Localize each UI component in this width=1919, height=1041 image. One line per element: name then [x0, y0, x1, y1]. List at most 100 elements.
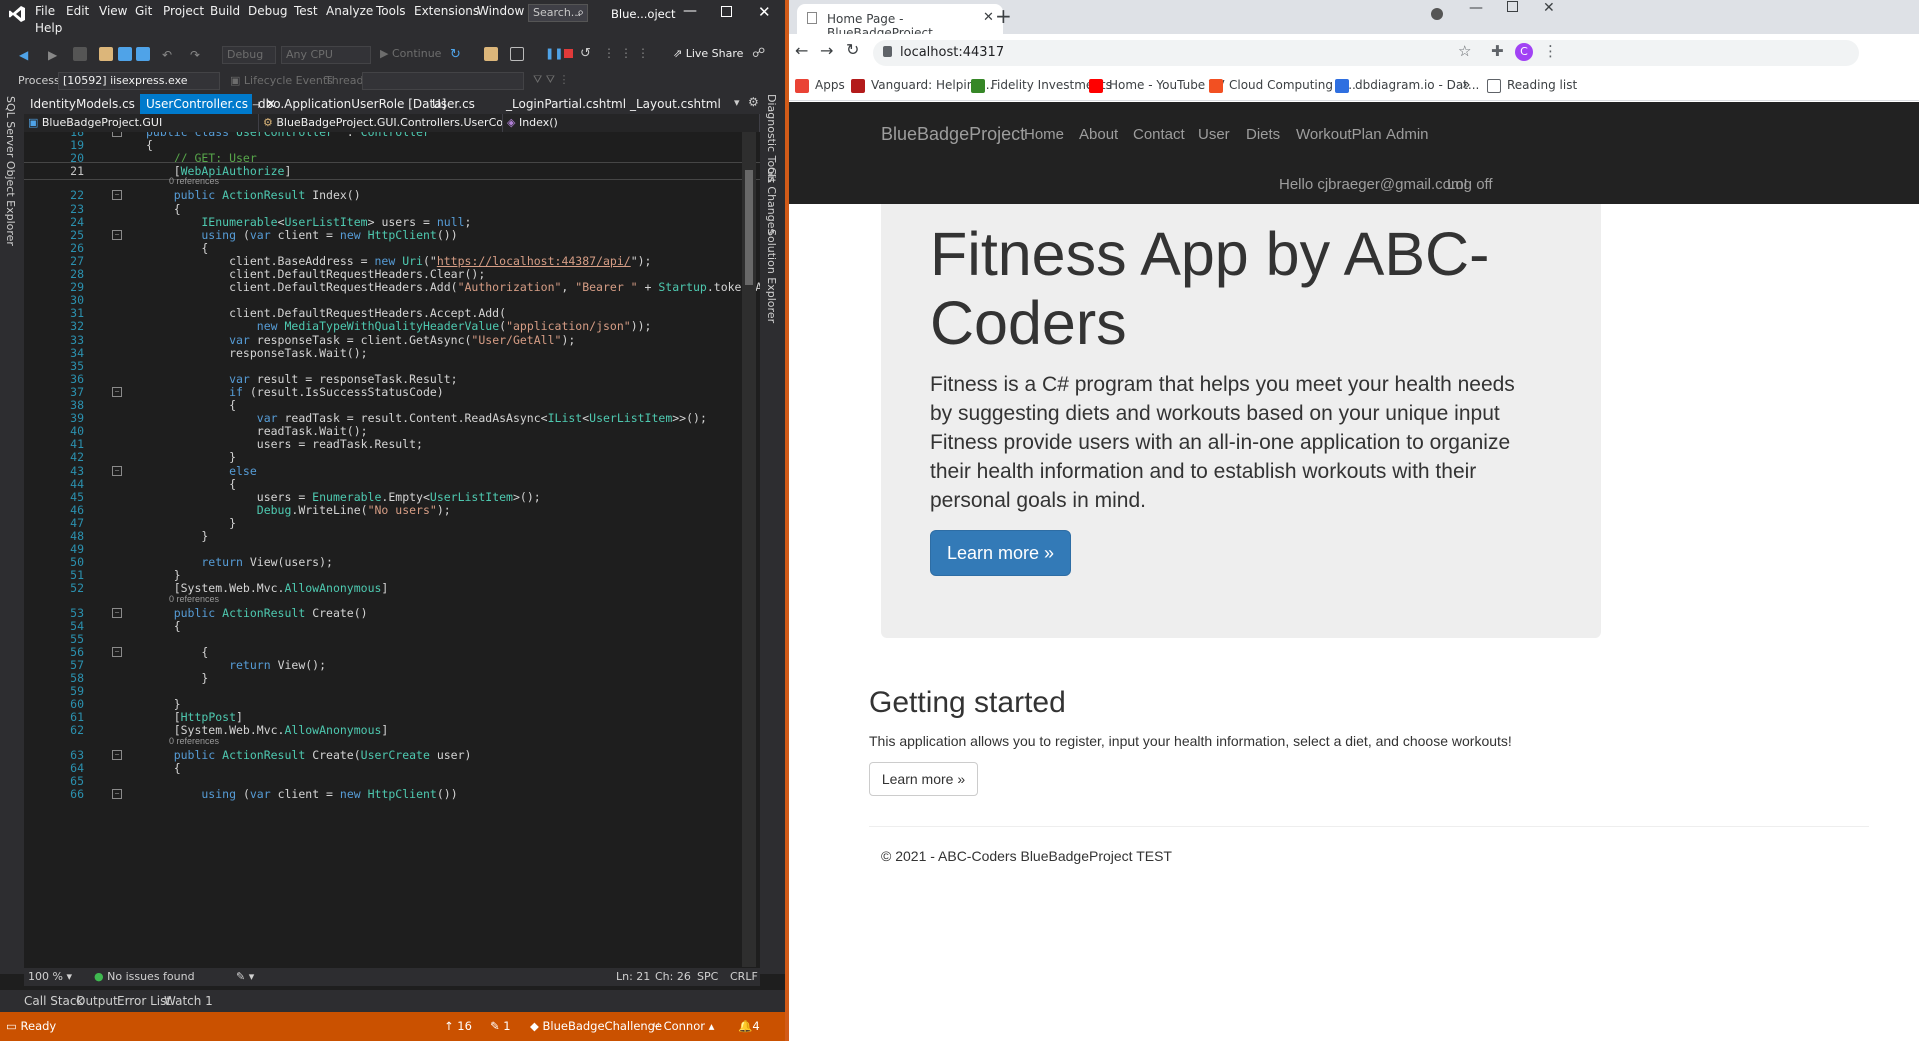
bookmark-cloud-computing[interactable]: Cloud Computing S...: [1209, 70, 1356, 100]
learn-more-primary-button[interactable]: Learn more »: [930, 530, 1071, 576]
branch-picker[interactable]: ⑂ Connor ▴: [653, 1012, 714, 1041]
close-window-icon[interactable]: ✕: [1543, 0, 1555, 16]
nav-admin[interactable]: Admin: [1386, 126, 1429, 143]
bookmarks-overflow[interactable]: »: [1462, 70, 1471, 100]
continue-button[interactable]: ▶ Continue: [380, 47, 441, 60]
nav-contact[interactable]: Contact: [1133, 126, 1185, 143]
hello-user-link[interactable]: Hello cjbraeger@gmail.com!: [1279, 176, 1468, 193]
menu-debug[interactable]: Debug: [248, 4, 287, 18]
tab-layout[interactable]: _Layout.cshtml: [624, 94, 732, 114]
new-tab-icon[interactable]: +: [995, 4, 1012, 28]
codelens-references[interactable]: 0 references: [169, 594, 219, 605]
fold-toggle-icon[interactable]: −: [112, 190, 122, 201]
nav-home[interactable]: Home: [1024, 126, 1064, 143]
fold-toggle-icon[interactable]: −: [112, 788, 122, 799]
menu-tools[interactable]: Tools: [376, 4, 406, 18]
back-icon[interactable]: ◀: [19, 48, 33, 62]
restart-icon[interactable]: ↺: [580, 46, 594, 61]
stop-icon[interactable]: [564, 49, 573, 58]
close-tab-icon[interactable]: ✕: [983, 10, 994, 25]
pause-icon[interactable]: ❚❚: [545, 47, 563, 60]
menu-edit[interactable]: Edit: [66, 4, 89, 18]
menu-build[interactable]: Build: [210, 4, 240, 18]
bookmark-dbdiagram[interactable]: dbdiagram.io - Dat...: [1335, 70, 1479, 100]
git-changes-tab[interactable]: Git Changes: [765, 167, 778, 234]
process-dropdown[interactable]: [10592] iisexpress.exe: [58, 72, 220, 90]
code-line[interactable]: 62 [System.Web.Mvc.AllowAnonymous]: [24, 722, 760, 738]
tab-error-list[interactable]: Error List: [117, 990, 171, 1012]
fold-toggle-icon[interactable]: −: [112, 229, 122, 240]
code-line[interactable]: 52 [System.Web.Mvc.AllowAnonymous]: [24, 580, 760, 596]
code-line[interactable]: 21 [WebApiAuthorize]: [24, 162, 760, 181]
fold-toggle-icon[interactable]: −: [112, 607, 122, 618]
back-arrow-icon[interactable]: ←: [795, 41, 808, 60]
lock-icon[interactable]: [883, 46, 892, 57]
fold-toggle-icon[interactable]: −: [112, 386, 122, 397]
nav-workoutplan[interactable]: WorkoutPlan: [1296, 126, 1382, 143]
lifecycle-events-button[interactable]: ▣ Lifecycle Events: [230, 74, 333, 87]
browser-menu-icon[interactable]: ⋮: [1543, 42, 1558, 60]
open-folder-icon[interactable]: [99, 47, 113, 61]
fold-toggle-icon[interactable]: −: [112, 465, 122, 476]
live-share-button[interactable]: ⇗ Live Share: [673, 47, 743, 60]
minimize-icon[interactable]: —: [683, 3, 697, 19]
tab-usercontroller[interactable]: UserController.cs ⊣ ✕: [140, 94, 276, 114]
step-icon[interactable]: ⋮: [603, 46, 617, 60]
configuration-dropdown[interactable]: Debug: [222, 46, 276, 64]
reading-list[interactable]: Reading list: [1487, 70, 1577, 100]
filter-icon[interactable]: ⛛ ⛛ ⋮: [533, 73, 569, 87]
code-line[interactable]: 66 − using (var client = new HttpClient()…: [24, 786, 760, 802]
repository-picker[interactable]: ◆ BlueBadgeChallenge: [530, 1012, 662, 1041]
tab-applicationuserrole[interactable]: dbo.ApplicationUserRole [Data]: [252, 94, 446, 114]
browser-tab[interactable]: Home Page - BlueBadgeProject ✕: [797, 4, 1003, 40]
codelens-references[interactable]: 0 references: [169, 736, 219, 747]
menu-extensions[interactable]: Extensions: [414, 4, 479, 18]
fold-toggle-icon[interactable]: −: [112, 749, 122, 760]
save-all-icon[interactable]: [136, 47, 150, 61]
issues-indicator[interactable]: ● No issues found: [94, 968, 195, 986]
forward-icon[interactable]: ▶: [48, 48, 62, 62]
learn-more-default-button[interactable]: Learn more »: [869, 762, 978, 796]
step-over-icon[interactable]: ⋮: [637, 46, 651, 60]
save-icon[interactable]: [118, 47, 132, 61]
menu-view[interactable]: View: [99, 4, 127, 18]
pending-changes[interactable]: ✎ 1: [490, 1012, 511, 1041]
fold-toggle-icon[interactable]: −: [112, 646, 122, 657]
zoom-dropdown[interactable]: 100 % ▾: [28, 968, 72, 986]
brush-icon[interactable]: ✎ ▾: [236, 968, 254, 986]
minimize-icon[interactable]: —: [1469, 0, 1483, 16]
menu-analyze[interactable]: Analyze: [326, 4, 373, 18]
profile-avatar[interactable]: C: [1515, 43, 1533, 61]
unpushed-commits[interactable]: ↑ 16: [444, 1012, 472, 1041]
class-dropdown[interactable]: ⚙ BlueBadgeProject.GUI.Controllers.UserC…: [259, 114, 503, 132]
tab-user-cs[interactable]: User.cs: [426, 94, 496, 114]
nav-about[interactable]: About: [1079, 126, 1118, 143]
tab-loginpartial[interactable]: _LoginPartial.cshtml: [500, 94, 626, 114]
undo-icon[interactable]: ↶: [162, 48, 176, 62]
forward-arrow-icon[interactable]: →: [820, 41, 833, 60]
step-into-icon[interactable]: ⋮: [620, 46, 634, 60]
project-dropdown[interactable]: ▣ BlueBadgeProject.GUI: [24, 114, 259, 132]
tab-watch-1[interactable]: Watch 1: [164, 990, 213, 1012]
tab-overflow-icon[interactable]: ▾: [734, 96, 740, 109]
notifications-icon[interactable]: 🔔4: [738, 1012, 760, 1041]
code-editor[interactable]: 18−public class UserController : Control…: [24, 132, 760, 968]
nav-user[interactable]: User: [1198, 126, 1230, 143]
platform-dropdown[interactable]: Any CPU: [281, 46, 371, 64]
tab-call-stack[interactable]: Call Stack: [24, 990, 83, 1012]
vs-search-box[interactable]: Search... ⌕: [528, 4, 588, 22]
feedback-icon[interactable]: ☍: [752, 46, 766, 61]
thread-dropdown[interactable]: [362, 72, 524, 90]
site-brand[interactable]: BlueBadgeProject: [881, 124, 1025, 145]
menu-git[interactable]: Git: [135, 4, 152, 18]
redo-icon[interactable]: ↷: [190, 48, 204, 62]
bookmark-apps[interactable]: Apps: [795, 70, 845, 100]
settings-icon[interactable]: ⚙: [748, 95, 759, 109]
menu-test[interactable]: Test: [294, 4, 318, 18]
address-bar[interactable]: localhost:44317: [873, 40, 1859, 66]
maximize-icon[interactable]: [1507, 1, 1518, 12]
url-text[interactable]: localhost:44317: [900, 45, 1004, 60]
tab-output[interactable]: Output: [76, 990, 118, 1012]
reload-icon[interactable]: ↻: [846, 40, 859, 59]
member-dropdown[interactable]: ◈ Index(): [503, 114, 760, 132]
